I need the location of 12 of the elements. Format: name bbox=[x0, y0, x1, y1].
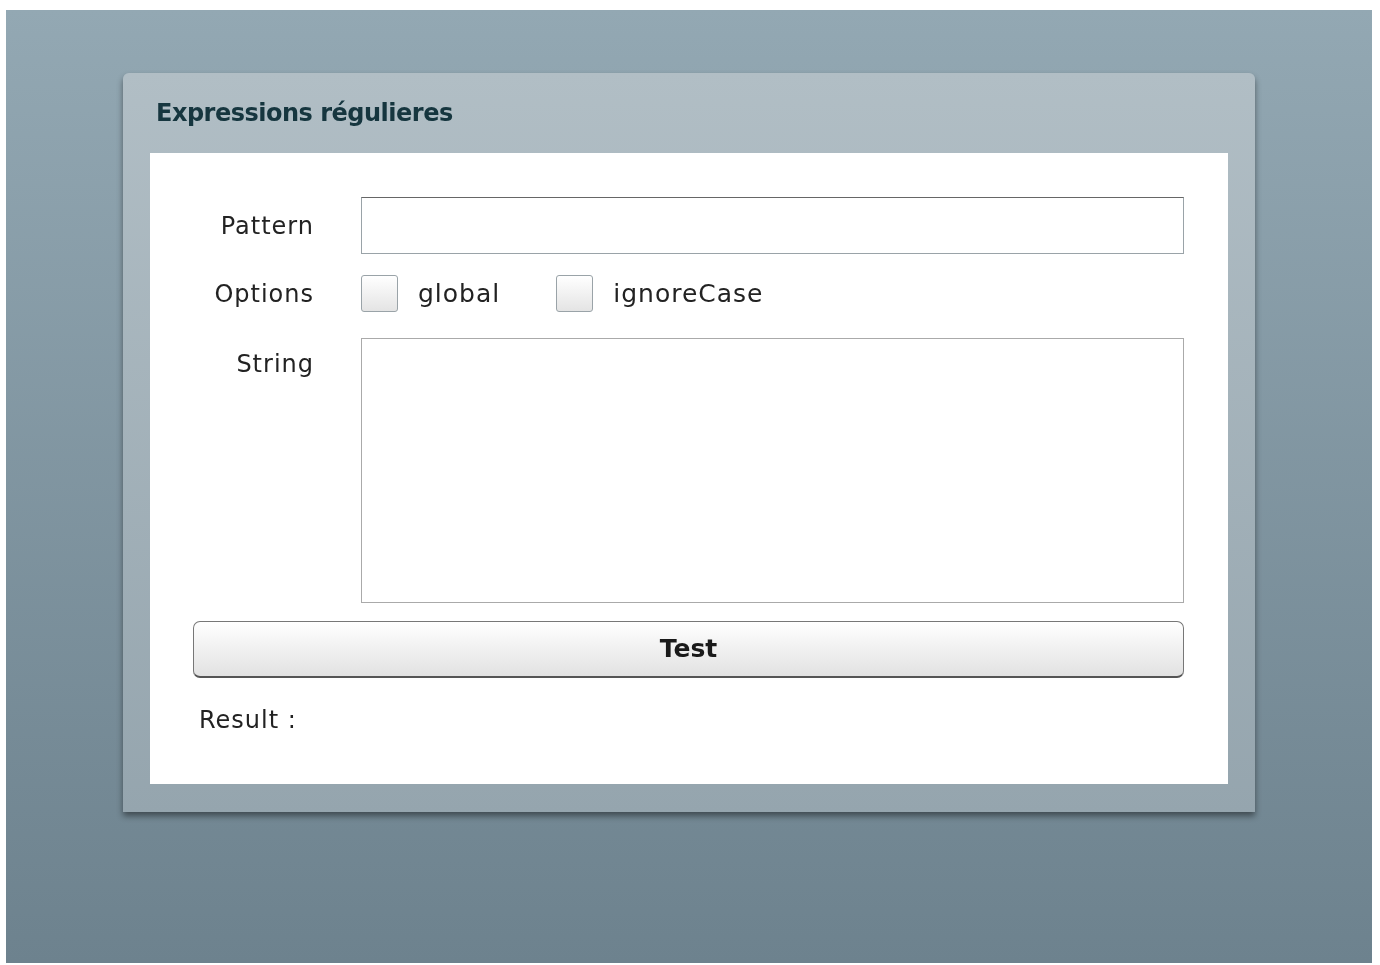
checkbox-label: ignoreCase bbox=[613, 278, 764, 310]
test-button[interactable]: Test bbox=[193, 620, 1184, 678]
panel-title: Expressions régulieres bbox=[156, 98, 453, 129]
pattern-field[interactable] bbox=[361, 197, 1184, 254]
string-label: String bbox=[235, 348, 314, 380]
pattern-label: Pattern bbox=[219, 210, 314, 242]
result-label: Result : bbox=[199, 705, 297, 734]
options-label: Options bbox=[213, 278, 314, 310]
checkbox[interactable] bbox=[361, 275, 398, 313]
checkbox[interactable] bbox=[556, 275, 594, 313]
checkbox-label: global bbox=[418, 278, 501, 310]
string-field[interactable] bbox=[361, 337, 1184, 603]
